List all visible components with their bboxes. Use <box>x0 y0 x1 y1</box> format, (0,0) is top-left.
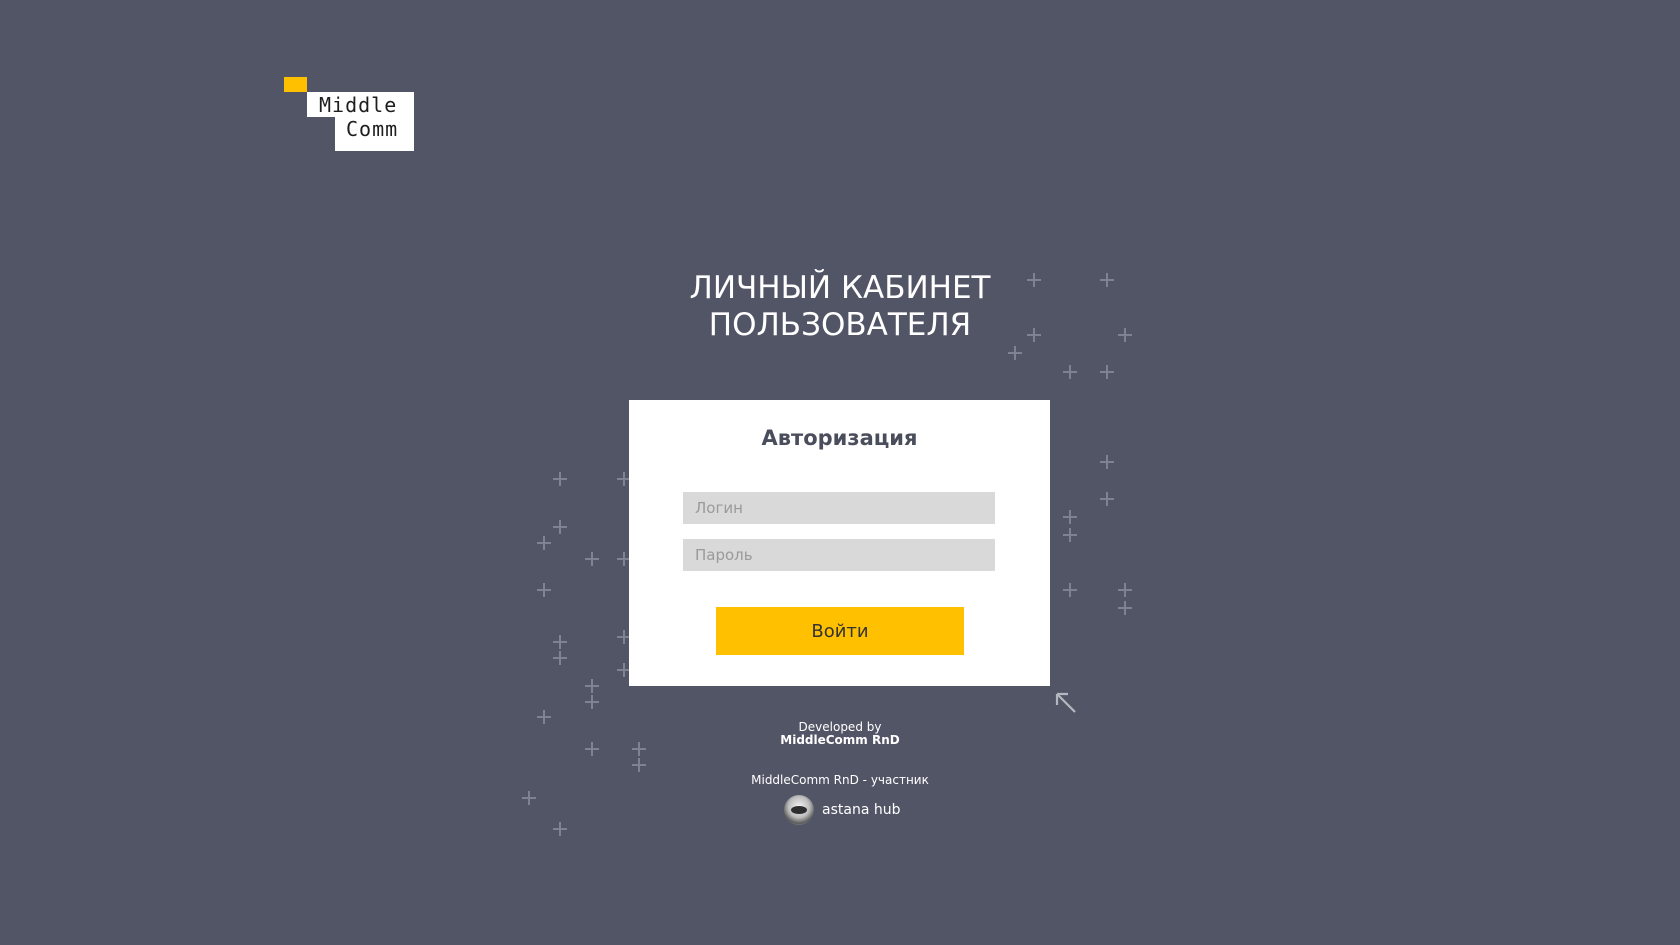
logo-text-line1: Middle <box>319 93 398 117</box>
plus-icon <box>1063 583 1077 597</box>
plus-icon <box>1100 273 1114 287</box>
auth-heading: Авторизация <box>761 426 918 450</box>
middlecomm-logo: Middle Comm <box>284 77 414 151</box>
plus-icon <box>1063 510 1077 524</box>
developer-name: MiddleComm RnD <box>780 733 900 747</box>
plus-icon <box>585 695 599 709</box>
plus-icon <box>632 758 646 772</box>
developed-by: Developed by MiddleComm RnD <box>740 721 940 747</box>
plus-icon <box>537 710 551 724</box>
member-text: MiddleComm RnD - участник <box>751 773 929 787</box>
plus-icon <box>1063 528 1077 542</box>
plus-icon <box>1063 365 1077 379</box>
arrow-up-left-icon <box>1054 691 1078 715</box>
astana-hub-label: astana hub <box>822 802 901 818</box>
plus-icon <box>1100 365 1114 379</box>
page-title-line1: ЛИЧНЫЙ КАБИНЕТ <box>689 270 991 306</box>
plus-icon <box>1118 601 1132 615</box>
plus-icon <box>1118 583 1132 597</box>
plus-icon <box>553 822 567 836</box>
plus-icon <box>553 651 567 665</box>
astana-hub-badge: astana hub <box>784 795 900 825</box>
plus-icon <box>1027 328 1041 342</box>
plus-icon <box>1100 492 1114 506</box>
plus-icon <box>537 583 551 597</box>
password-input[interactable] <box>683 539 995 571</box>
plus-icon <box>553 520 567 534</box>
plus-icon <box>553 635 567 649</box>
plus-icon <box>553 472 567 486</box>
plus-icon <box>585 742 599 756</box>
plus-icon <box>585 552 599 566</box>
logo-yellow-square <box>284 77 307 92</box>
login-button[interactable]: Войти <box>716 607 964 655</box>
plus-icon <box>1027 273 1041 287</box>
page-title-line2: ПОЛЬЗОВАТЕЛЯ <box>708 307 972 343</box>
logo-text-line2: Comm <box>346 117 399 141</box>
plus-icon <box>632 742 646 756</box>
plus-icon <box>1100 455 1114 469</box>
plus-icon <box>522 791 536 805</box>
page-title: ЛИЧНЫЙ КАБИНЕТ ПОЛЬЗОВАТЕЛЯ <box>590 270 1090 344</box>
login-input[interactable] <box>683 492 995 524</box>
astana-hub-logo-icon <box>784 795 814 825</box>
auth-card: Авторизация Войти <box>629 400 1050 686</box>
plus-icon <box>585 679 599 693</box>
plus-icon <box>1118 328 1132 342</box>
plus-icon <box>1008 346 1022 360</box>
plus-icon <box>537 536 551 550</box>
